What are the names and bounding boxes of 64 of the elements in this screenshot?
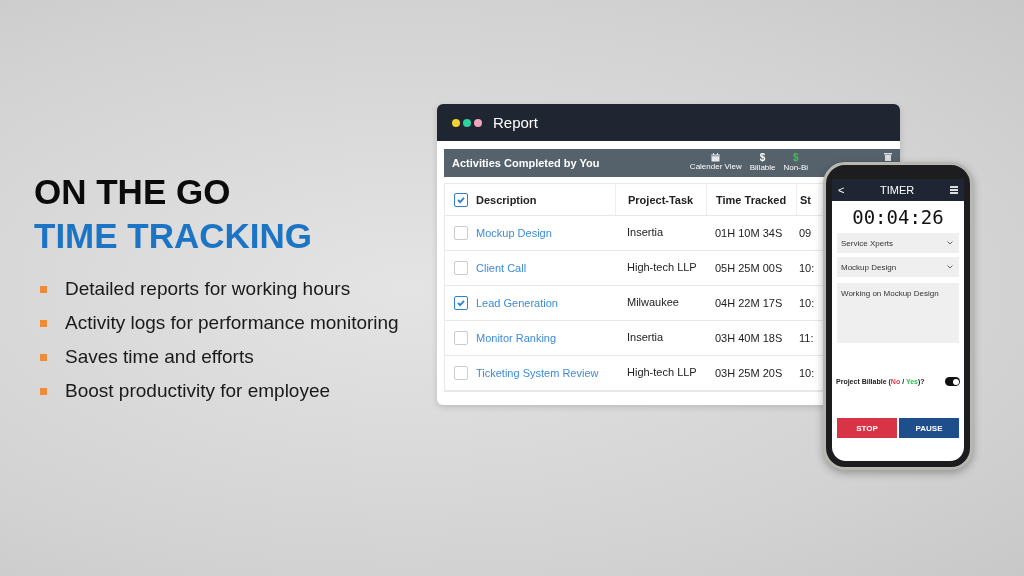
table-cell: 05H 25M 00S (715, 262, 783, 274)
timer-display: 00:04:26 (851, 206, 945, 228)
column-header: Description (476, 193, 537, 206)
dollar-sign: $ (793, 153, 799, 163)
calendar-icon (711, 153, 721, 162)
dropdown[interactable]: Service Xperts (837, 233, 959, 253)
stop-button[interactable]: STOP (837, 418, 897, 438)
activity-link[interactable]: Monitor Ranking (476, 332, 557, 344)
menu-icon[interactable] (950, 186, 958, 194)
bullet-icon (40, 319, 47, 327)
toolbar-button[interactable]: Calender View (689, 153, 742, 173)
feature-text: Saves time and efforts (65, 346, 254, 368)
column-header: Time Tracked (716, 193, 787, 206)
note-field[interactable]: Working on Mockup Design (837, 283, 959, 343)
screen-title: TIMER (880, 184, 915, 196)
column-header: St (800, 193, 811, 206)
chevron-down-icon (947, 265, 953, 269)
table-cell: 03H 40M 18S (715, 332, 783, 344)
toolbar-button[interactable]: $ Billable (749, 153, 776, 173)
trash-icon[interactable] (884, 152, 892, 161)
feature-text: Detailed reports for working hours (65, 278, 351, 300)
row-checkbox[interactable] (454, 366, 468, 380)
checkmark-icon (456, 194, 466, 205)
window-title: Report (493, 114, 539, 131)
headline: TIME TRACKING (34, 215, 314, 257)
headline: ON THE GO (34, 171, 232, 213)
table-cell: 01H 10M 34S (715, 227, 783, 239)
table-cell: 10: (799, 367, 815, 379)
back-button[interactable]: < (838, 184, 845, 196)
table-cell: 09 (799, 227, 812, 239)
table-cell: Milwaukee (627, 296, 679, 308)
feature-text: Activity logs for performance monitoring (65, 312, 399, 334)
table-cell: 10: (799, 297, 815, 309)
column-header: Project-Task (628, 193, 694, 206)
row-checkbox[interactable] (454, 261, 468, 275)
table-cell: 10: (799, 262, 815, 274)
activity-link[interactable]: Mockup Design (476, 227, 552, 239)
row-checkbox[interactable] (454, 296, 468, 310)
dollar-sign: $ (759, 153, 766, 163)
dropdown[interactable]: Mockup Design (837, 257, 959, 277)
checkmark-icon (456, 298, 466, 308)
window-controls-icon (451, 117, 483, 128)
select-all-checkbox[interactable] (454, 192, 468, 207)
billable-toggle[interactable] (945, 377, 960, 386)
chevron-down-icon (947, 241, 953, 245)
table-cell: Insertia (627, 331, 664, 343)
table-cell: 03H 25M 20S (715, 367, 783, 379)
table-cell: Insertia (627, 226, 664, 238)
feature-text: Boost productivity for employee (65, 380, 331, 402)
bullet-icon (40, 353, 47, 361)
row-checkbox[interactable] (454, 226, 468, 240)
table-cell: 04H 22M 17S (715, 297, 783, 309)
row-checkbox[interactable] (454, 331, 468, 345)
table-cell: High-tech LLP (627, 366, 697, 378)
pause-button[interactable]: PAUSE (899, 418, 959, 438)
activity-link[interactable]: Ticketing System Review (476, 367, 599, 379)
activity-link[interactable]: Lead Generation (476, 297, 558, 309)
bullet-icon (40, 387, 47, 395)
activity-link[interactable]: Client Call (476, 262, 527, 274)
toolbar-button[interactable]: $ Non-Bi (783, 153, 808, 173)
table-cell: High-tech LLP (627, 261, 697, 273)
toolbar-title: Activities Completed by You (452, 157, 601, 169)
table-cell: 11: (799, 332, 814, 344)
bullet-icon (40, 285, 47, 293)
